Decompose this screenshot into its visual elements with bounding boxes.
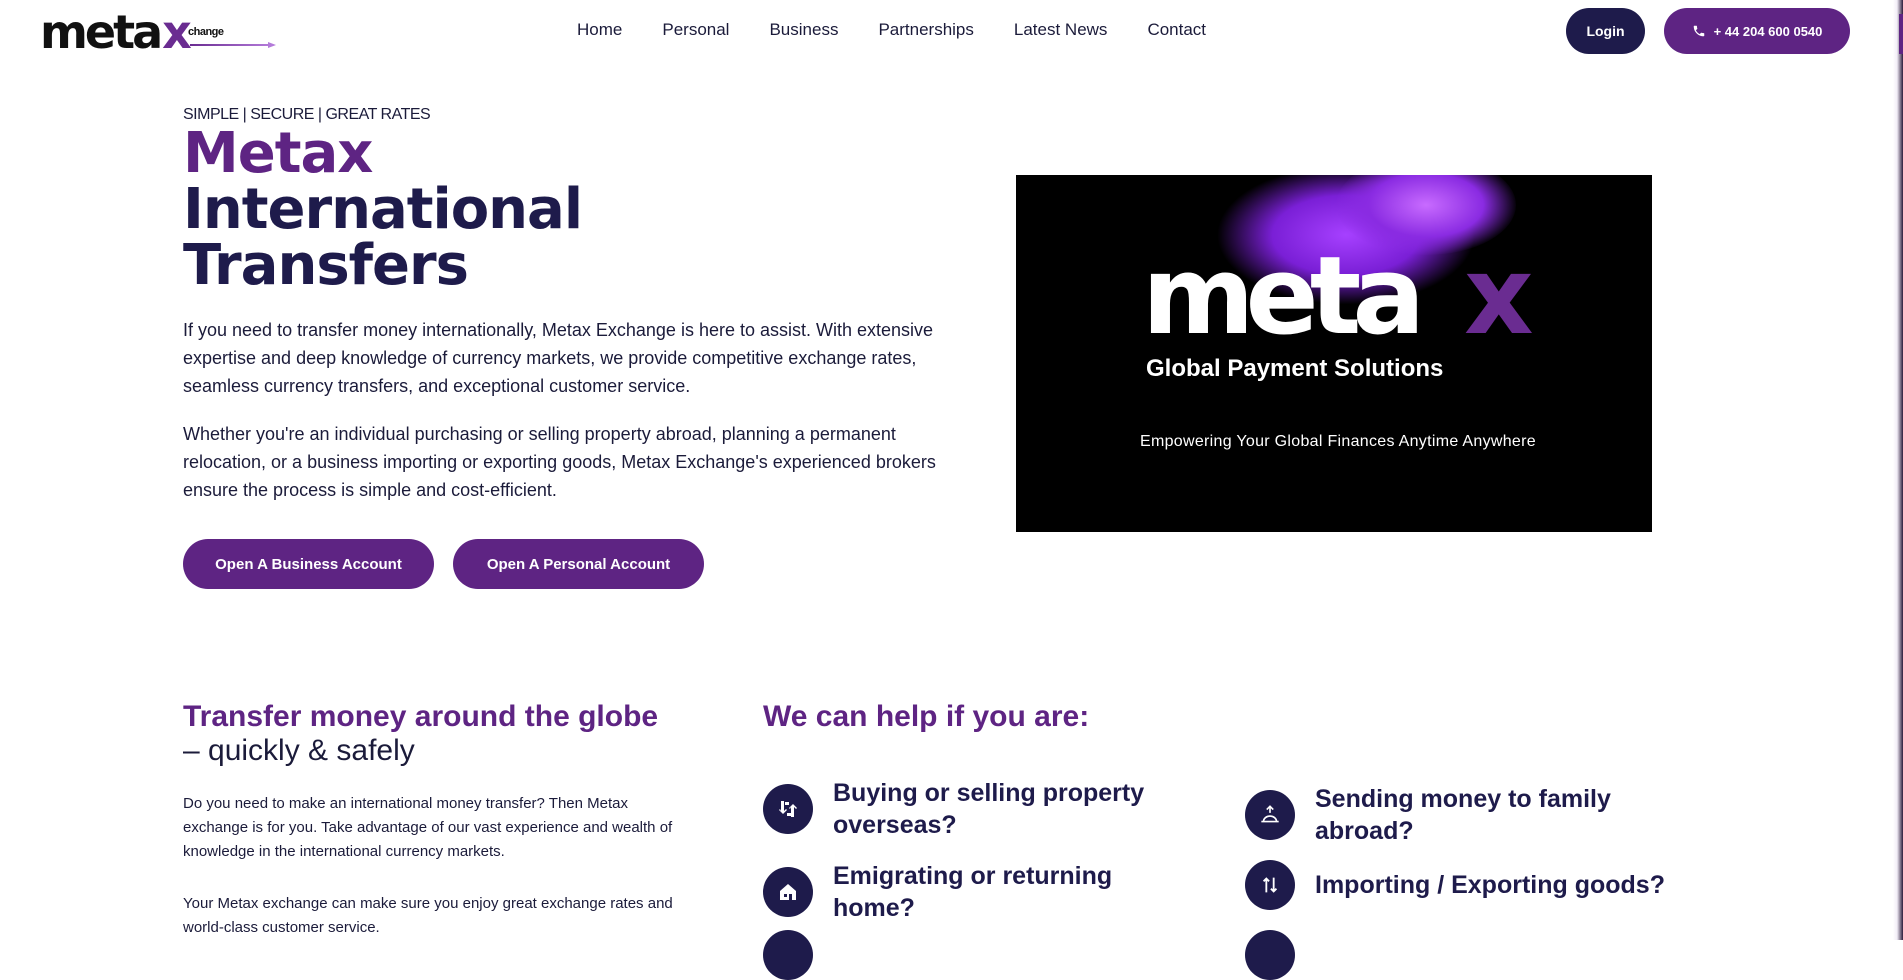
transfer-paragraph-1: Do you need to make an international mon…: [183, 795, 673, 860]
phone-icon: [1693, 25, 1704, 37]
help-item-icon-partial: [763, 930, 813, 980]
help-section-title: We can help if you are:: [763, 700, 1090, 733]
video-brand-text: meta: [1142, 234, 1425, 359]
nav-business[interactable]: Business: [769, 20, 838, 40]
help-item-label: Sending money to family abroad?: [1315, 785, 1611, 845]
nav-contact[interactable]: Contact: [1147, 20, 1206, 40]
nav-partnerships[interactable]: Partnerships: [878, 20, 973, 40]
phone-number: + 44 204 600 0540: [1713, 23, 1823, 39]
nav-latest-news[interactable]: Latest News: [1014, 20, 1108, 40]
help-item-label: Emigrating or returning home?: [833, 862, 1113, 922]
nav-home[interactable]: Home: [577, 20, 622, 40]
main-nav: Home Personal Business Partnerships Late…: [577, 20, 1246, 40]
logo-text: meta: [40, 5, 163, 59]
site-logo[interactable]: meta x change: [40, 5, 276, 59]
hero-title: Metax International Transfers: [183, 121, 583, 298]
page-edge-accent: [1899, 14, 1903, 54]
open-business-account-button[interactable]: Open A Business Account: [183, 539, 434, 589]
help-item-family: Sending money to family abroad?: [1245, 783, 1665, 847]
logo-subtext: change: [188, 26, 224, 38]
help-item-property: Buying or selling property overseas?: [763, 777, 1183, 841]
help-item-label: Importing / Exporting goods?: [1315, 871, 1665, 899]
help-item-import-export: Importing / Exporting goods?: [1245, 860, 1665, 910]
transfer-paragraph-2: Your Metax exchange can make sure you en…: [183, 895, 673, 936]
page-edge-shadow: [1893, 0, 1903, 940]
hero-title-line3: Transfers: [183, 233, 469, 298]
logo-arrow-icon: [190, 42, 276, 48]
video-slogan: Empowering Your Global Finances Anytime …: [1140, 433, 1536, 450]
login-button[interactable]: Login: [1566, 8, 1645, 54]
hero-title-line1: Metax: [183, 121, 373, 186]
home-icon: [763, 867, 813, 917]
hero-title-line2: International: [183, 177, 583, 242]
video-subtitle: Global Payment Solutions: [1146, 355, 1444, 382]
transfer-section-title: Transfer money around the globe: [183, 700, 659, 733]
hero-paragraph-1: If you need to transfer money internatio…: [183, 320, 934, 396]
nav-personal[interactable]: Personal: [662, 20, 729, 40]
money-send-icon: [1245, 790, 1295, 840]
open-personal-account-button[interactable]: Open A Personal Account: [453, 539, 704, 589]
help-item-emigrating: Emigrating or returning home?: [763, 860, 1183, 924]
phone-button[interactable]: + 44 204 600 0540: [1664, 8, 1850, 54]
transfer-section-subtitle: – quickly & safely: [183, 734, 415, 767]
help-item-icon-partial: [1245, 930, 1295, 980]
help-item-label: Buying or selling property overseas?: [833, 779, 1145, 839]
hero-paragraph-2: Whether you're an individual purchasing …: [183, 424, 936, 500]
import-export-icon: [1245, 860, 1295, 910]
video-brand-x: x: [1464, 234, 1534, 359]
promo-video[interactable]: meta x Global Payment Solutions Empoweri…: [1016, 175, 1652, 532]
property-exchange-icon: [763, 784, 813, 834]
